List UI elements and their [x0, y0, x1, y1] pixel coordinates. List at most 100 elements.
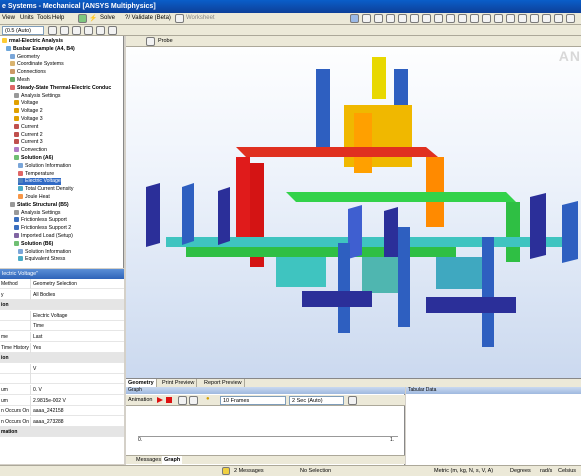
next-frame-icon[interactable] [189, 396, 198, 405]
tree-item[interactable]: Coordinate Systems [10, 61, 64, 68]
tree-node-icon [18, 162, 23, 168]
tree-item[interactable]: Voltage 3 [14, 116, 43, 123]
legend-icon[interactable] [530, 14, 539, 23]
menu-units[interactable]: Units [20, 15, 34, 21]
deformation-icon[interactable] [48, 26, 57, 35]
solve-icon[interactable] [78, 14, 87, 23]
tree-item[interactable]: Mesh [10, 77, 30, 84]
tree-item[interactable]: Analysis Settings [14, 209, 61, 217]
details-row[interactable]: mation [0, 427, 124, 438]
edges-icon[interactable] [72, 26, 81, 35]
worksheet-icon[interactable] [175, 14, 184, 23]
tree-item[interactable]: Imported Load (Setup) [14, 233, 73, 240]
tree-item[interactable]: Geometry [10, 53, 40, 61]
tree-item[interactable]: Joule Heat [18, 194, 50, 201]
pan-icon[interactable] [374, 14, 383, 23]
details-row[interactable]: ion [0, 300, 124, 311]
magnifier-icon[interactable] [422, 14, 431, 23]
tree-item[interactable]: Voltage 2 [14, 108, 43, 115]
details-row[interactable]: n Occurs On aaaa_273288 [0, 416, 124, 427]
restore-view-icon[interactable] [482, 14, 491, 23]
wireframe-icon[interactable] [506, 14, 515, 23]
details-row[interactable]: um 2.9815e-002 V [0, 395, 124, 406]
tree-item[interactable]: Analysis Settings [14, 92, 61, 100]
details-row[interactable]: V [0, 363, 124, 374]
previous-frame-icon[interactable] [178, 396, 187, 405]
details-row[interactable]: Time [0, 321, 124, 332]
next-view-icon[interactable] [446, 14, 455, 23]
validate-button[interactable]: ?/ Validate (Beta) [125, 15, 171, 21]
ruler-icon[interactable] [542, 14, 551, 23]
duration-select[interactable]: 2 Sec (Auto) [289, 396, 344, 405]
set-view-icon[interactable] [470, 14, 479, 23]
details-row[interactable]: y All Bodies [0, 289, 124, 300]
box-zoom-icon[interactable] [398, 14, 407, 23]
busbar-model[interactable] [126, 47, 581, 378]
graphics-viewport[interactable]: Probe AN [126, 36, 581, 378]
status-messages[interactable]: 2 Messages [234, 468, 264, 474]
export-video-icon[interactable] [348, 396, 357, 405]
tree-item[interactable]: Temperature [18, 170, 54, 178]
solve-button[interactable]: Solve [100, 15, 115, 21]
tree-item[interactable]: Solution (B6) [14, 240, 53, 248]
zoom-icon[interactable] [386, 14, 395, 23]
details-row[interactable]: um 0. V [0, 385, 124, 395]
tree-node-icon [10, 77, 15, 82]
play-icon[interactable] [157, 397, 163, 403]
tree-item[interactable]: Current [14, 123, 38, 131]
rotate-icon[interactable] [362, 14, 371, 23]
tree-item[interactable]: rmal-Electric Analysis [2, 38, 63, 45]
tree-item[interactable]: Frictionless Support 2 [14, 225, 71, 232]
details-row[interactable]: Time History Yes [0, 342, 124, 353]
stop-icon[interactable] [166, 397, 172, 403]
lightbulb-icon[interactable]: ● [206, 396, 210, 402]
isometric-icon[interactable] [458, 14, 467, 23]
tree-item[interactable]: Voltage [14, 100, 38, 107]
display-icon[interactable] [494, 14, 503, 23]
menu-tools[interactable]: Tools [37, 15, 51, 21]
details-row[interactable]: Method Geometry Selection [0, 279, 124, 289]
tree-item[interactable]: Steady-State Thermal-Electric Conduc [10, 84, 112, 92]
probe-button[interactable]: Probe [158, 38, 173, 44]
contour-icon[interactable] [60, 26, 69, 35]
menu-help[interactable]: Help [52, 15, 64, 21]
details-row[interactable]: Electric Voltage [0, 310, 124, 321]
graphics-options-icon[interactable] [566, 14, 575, 23]
tree-item[interactable]: Frictionless Support [14, 217, 67, 224]
tree-item[interactable]: Solution Information [18, 248, 71, 256]
min-icon[interactable] [108, 26, 117, 35]
probe-icon[interactable] [146, 37, 155, 46]
section-icon[interactable] [518, 14, 527, 23]
tree-item[interactable]: Equivalent Stress [18, 256, 65, 263]
tab-messages[interactable]: Messages [134, 456, 163, 465]
tree-item[interactable]: Electric Voltage [18, 178, 61, 186]
tree-item[interactable]: Current 2 [14, 131, 43, 139]
previous-view-icon[interactable] [434, 14, 443, 23]
vector-icon[interactable] [84, 26, 93, 35]
tree-item[interactable]: Solution Information [18, 162, 71, 170]
tree-item[interactable]: Convection [14, 147, 47, 154]
menu-view[interactable]: View [2, 15, 15, 21]
tree-item[interactable]: Solution (A6) [14, 155, 53, 162]
tab-graph[interactable]: Graph [162, 456, 183, 465]
triad-icon[interactable] [554, 14, 563, 23]
tree-item-label: Voltage 3 [21, 116, 43, 122]
tree-item-label: Steady-State Thermal-Electric Conduc [17, 84, 112, 91]
tree-item[interactable]: Busbar Example (A4, B4) [6, 45, 75, 53]
max-icon[interactable] [96, 26, 105, 35]
messages-icon[interactable] [222, 467, 230, 475]
frames-select[interactable]: 10 Frames [220, 396, 286, 405]
details-value: Last [33, 334, 43, 340]
zoom-fit-icon[interactable] [410, 14, 419, 23]
details-row[interactable]: ion [0, 353, 124, 364]
select-mode-icon[interactable] [350, 14, 359, 23]
details-row[interactable]: me Last [0, 332, 124, 342]
details-row[interactable] [0, 374, 124, 385]
worksheet-button[interactable]: Worksheet [186, 15, 215, 21]
tree-item[interactable]: Static Structural (B5) [10, 201, 69, 209]
tree-item[interactable]: Total Current Density [18, 186, 73, 193]
tree-item[interactable]: Current 3 [14, 139, 43, 146]
scale-combo[interactable]: (0.5 (Auto) [2, 26, 44, 35]
details-row[interactable]: n Occurs On aaaa_242158 [0, 406, 124, 417]
tree-item[interactable]: Connections [10, 69, 46, 76]
